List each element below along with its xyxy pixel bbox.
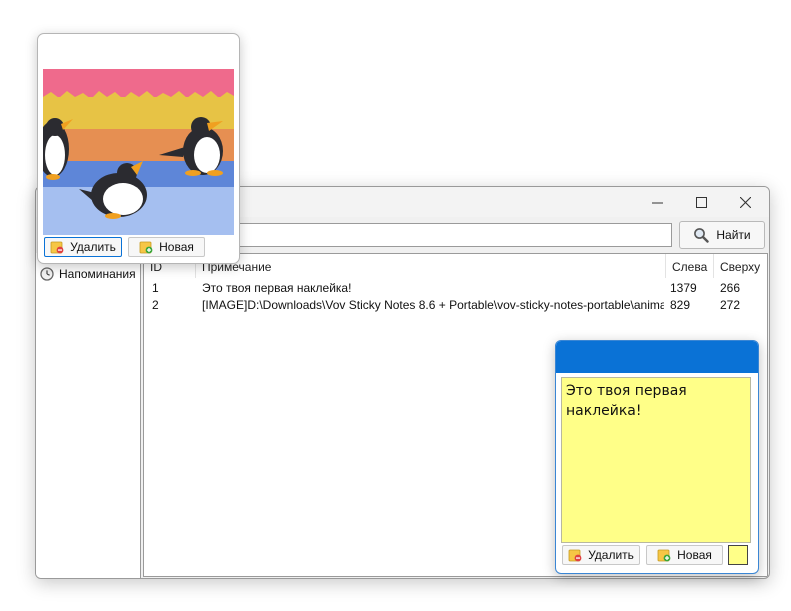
magnifier-icon: [694, 228, 710, 243]
find-button[interactable]: Найти: [679, 221, 765, 249]
clock-icon: [40, 267, 54, 281]
delete-note-button[interactable]: Удалить: [44, 237, 122, 257]
cell-top: 266: [720, 281, 741, 295]
sticky-note-text[interactable]: Это твоя первая наклейка!: [561, 377, 751, 543]
new-note-icon: [657, 549, 671, 562]
sticky-header[interactable]: [556, 341, 758, 373]
table-row[interactable]: 2 [IMAGE]D:\Downloads\Vov Sticky Notes 8…: [144, 297, 767, 314]
note-color-button[interactable]: [728, 545, 748, 565]
cell-note: [IMAGE]D:\Downloads\Vov Sticky Notes 8.6…: [202, 298, 664, 312]
delete-note-button[interactable]: Удалить: [562, 545, 640, 565]
cell-note: Это твоя первая наклейка!: [202, 281, 352, 295]
new-note-button[interactable]: Новая: [128, 237, 205, 257]
penguin-picture: [43, 69, 234, 235]
sidebar-item-reminders[interactable]: Напоминания: [40, 265, 136, 283]
penguin-image: [43, 69, 234, 235]
maximize-icon: [695, 196, 707, 208]
delete-note-label: Удалить: [70, 240, 116, 254]
text-sticky-note[interactable]: Это твоя первая наклейка! Удалить Новая: [555, 340, 759, 574]
minimize-icon: [651, 202, 663, 203]
maximize-button[interactable]: [679, 187, 723, 217]
new-note-label: Новая: [677, 548, 712, 562]
new-note-button[interactable]: Новая: [646, 545, 723, 565]
new-note-label: Новая: [159, 240, 194, 254]
new-note-icon: [139, 241, 153, 254]
cell-left: 829: [670, 298, 691, 312]
close-button[interactable]: [723, 187, 767, 217]
delete-note-icon: [568, 549, 582, 562]
delete-note-label: Удалить: [588, 548, 634, 562]
find-button-label: Найти: [716, 228, 751, 242]
cell-top: 272: [720, 298, 741, 312]
minimize-button[interactable]: [635, 187, 679, 217]
sidebar: Напоминания: [36, 253, 141, 578]
cell-id: 2: [152, 298, 159, 312]
column-header-top[interactable]: Сверху: [714, 254, 767, 278]
column-header-note[interactable]: Примечание: [196, 254, 666, 278]
close-icon: [739, 196, 751, 208]
table-row[interactable]: 1 Это твоя первая наклейка! 1379 266: [144, 280, 767, 297]
delete-note-icon: [50, 241, 64, 254]
sidebar-item-label: Напоминания: [59, 267, 136, 281]
column-header-left[interactable]: Слева: [666, 254, 714, 278]
cell-id: 1: [152, 281, 159, 295]
image-sticky-note[interactable]: Удалить Новая: [37, 33, 240, 264]
cell-left: 1379: [670, 281, 697, 295]
